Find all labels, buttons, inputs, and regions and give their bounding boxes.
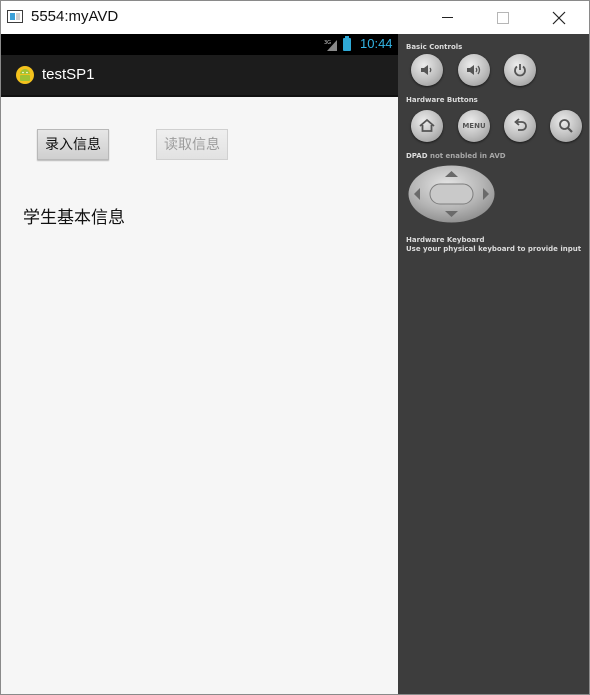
basic-controls-label: Basic Controls	[406, 43, 463, 51]
dpad-control[interactable]	[408, 165, 495, 223]
volume-up-button[interactable]	[458, 54, 490, 86]
home-icon	[419, 118, 435, 132]
minimize-icon	[441, 17, 453, 18]
dpad-note: not enabled in AVD	[429, 152, 506, 160]
volume-up-icon	[467, 65, 481, 75]
app-content: 录入信息 读取信息 学生基本信息	[1, 97, 398, 694]
minimize-button[interactable]	[424, 1, 470, 34]
volume-down-button[interactable]	[411, 54, 443, 86]
back-icon	[514, 118, 527, 131]
dpad-label: DPAD not enabled in AVD	[406, 152, 506, 160]
controls-panel: Basic Controls Hardware Buttons MENU DPA…	[398, 34, 589, 694]
android-app-icon	[16, 66, 34, 84]
menu-button[interactable]: MENU	[458, 110, 490, 142]
emulator-window: 5554:myAVD 3G 10:44 testSP1 录入信息 读取信息 学生…	[0, 0, 590, 695]
signal-icon: 3G	[324, 40, 337, 51]
read-info-button[interactable]: 读取信息	[156, 129, 228, 160]
maximize-button[interactable]	[480, 1, 526, 34]
hardware-keyboard-hint: Use your physical keyboard to provide in…	[406, 245, 582, 253]
window-title: 5554:myAVD	[31, 8, 119, 25]
app-title: testSP1	[42, 66, 95, 83]
hardware-buttons-label: Hardware Buttons	[406, 96, 478, 104]
emulator-app-icon	[7, 10, 23, 23]
status-bar: 3G 10:44	[1, 34, 398, 55]
power-icon	[514, 64, 526, 77]
title-bar: 5554:myAVD	[1, 1, 589, 34]
back-button[interactable]	[504, 110, 536, 142]
save-info-button[interactable]: 录入信息	[37, 129, 109, 160]
action-bar: testSP1	[1, 55, 398, 97]
status-time: 10:44	[360, 36, 393, 51]
search-button[interactable]	[550, 110, 582, 142]
search-icon	[559, 119, 573, 133]
power-button[interactable]	[504, 54, 536, 86]
device-screen: 3G 10:44 testSP1 录入信息 读取信息 学生基本信息	[1, 34, 398, 694]
dpad-title: DPAD	[406, 152, 428, 160]
hardware-keyboard-label: Hardware Keyboard	[406, 236, 485, 244]
network-type-label: 3G	[324, 40, 331, 46]
battery-icon	[343, 36, 351, 51]
student-info-heading: 学生基本信息	[23, 208, 125, 228]
maximize-icon	[497, 11, 509, 24]
volume-down-icon	[421, 65, 432, 75]
menu-button-label: MENU	[462, 122, 486, 130]
close-button[interactable]	[536, 1, 582, 34]
close-icon	[552, 11, 566, 24]
home-button[interactable]	[411, 110, 443, 142]
